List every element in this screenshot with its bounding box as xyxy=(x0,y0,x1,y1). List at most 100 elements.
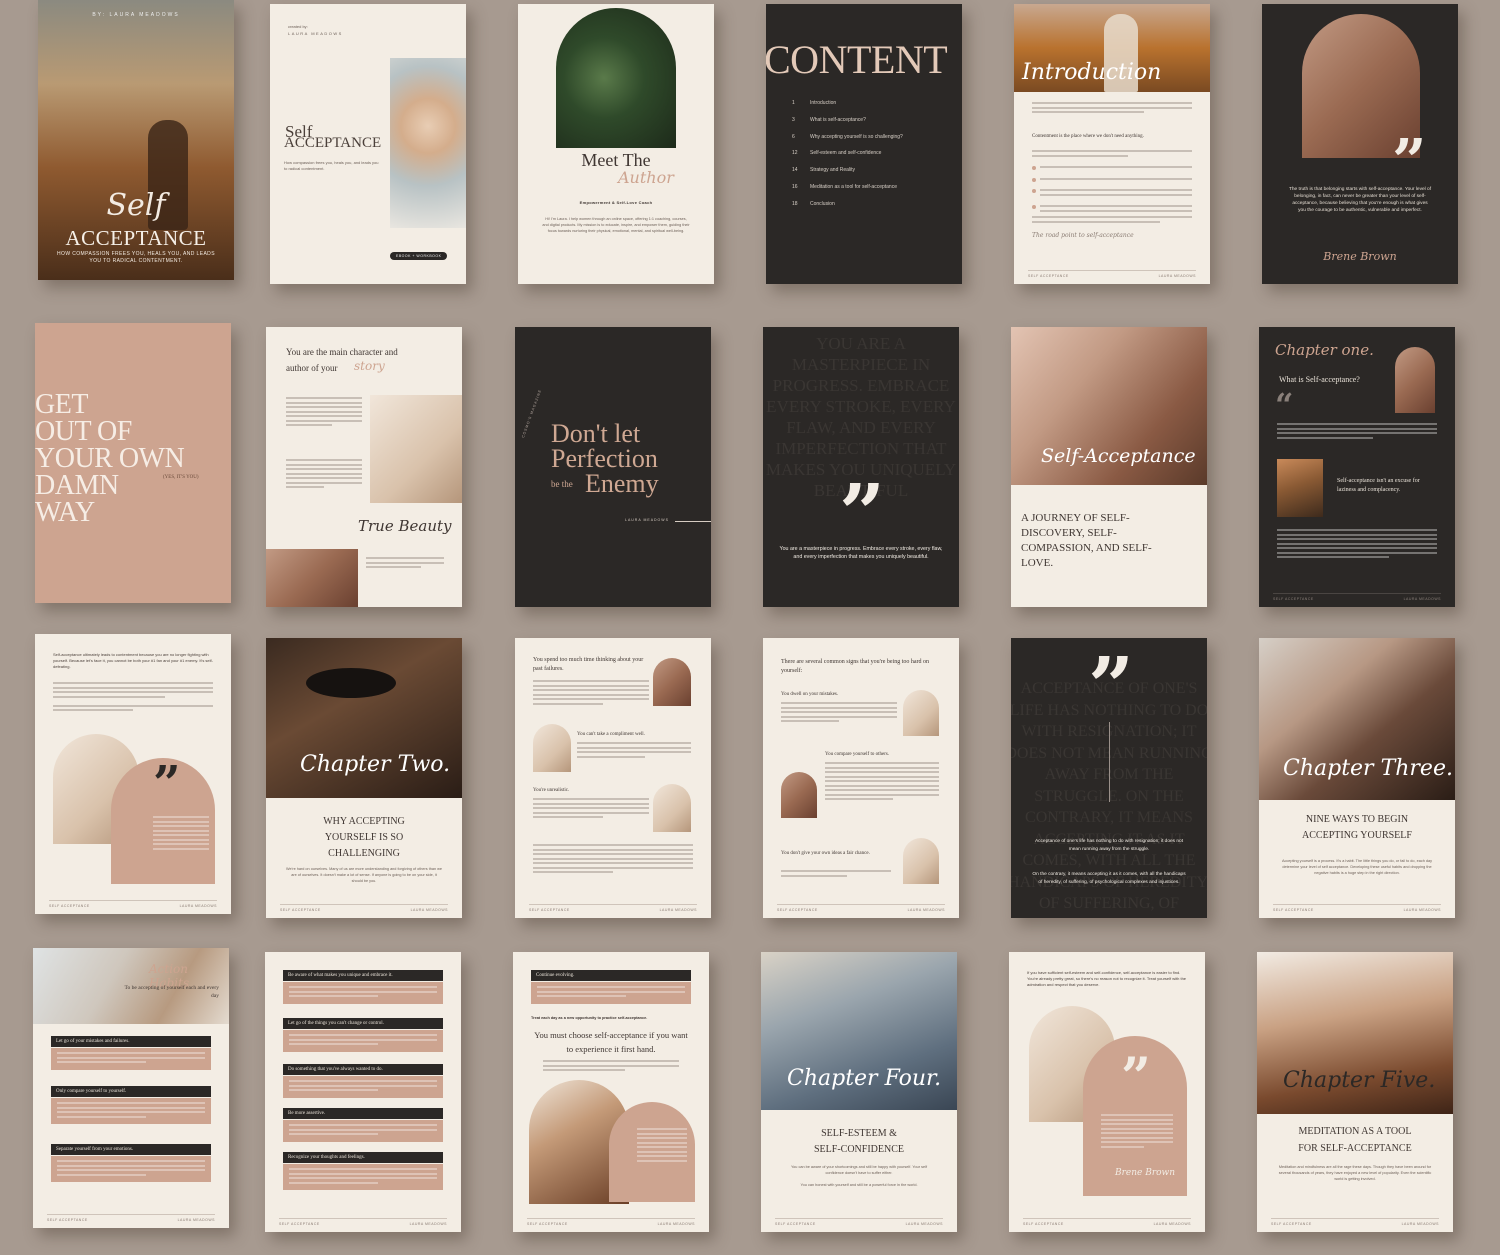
ce-box xyxy=(531,982,691,1004)
ch3-title: NINE WAYS TO BEGIN ACCEPTING YOURSELF xyxy=(1302,814,1412,841)
ah-box-1 xyxy=(51,1048,211,1070)
ch1-pull: Self-acceptance isn't an excuse for lazi… xyxy=(1337,478,1420,493)
page-footer: SELF ACCEPTANCE LAURA MEADOWS xyxy=(49,900,217,908)
intro-text-block-3 xyxy=(1032,216,1192,225)
pf-text-1 xyxy=(533,680,649,707)
hl-bar-4[interactable]: Be more assertive. xyxy=(283,1108,443,1119)
meet-script: Author xyxy=(618,168,674,187)
pf-heading: You spend too much time thinking about y… xyxy=(533,657,644,672)
ah-bar-1[interactable]: Let go of your mistakes and failures. xyxy=(51,1036,211,1047)
hl-box-3 xyxy=(283,1076,443,1098)
hl-bar-5[interactable]: Recognize your thoughts and feelings. xyxy=(283,1152,443,1163)
contents-item[interactable]: 6 Why accepting yourself is so challengin… xyxy=(792,134,952,151)
page-meet-author: Meet The Author Empowerment & Self-Love … xyxy=(518,4,714,284)
perfection-line3: Enemy xyxy=(585,469,659,498)
page-self-esteem: If you have sufficient self-esteem and s… xyxy=(1009,952,1205,1232)
se-quote-text xyxy=(1101,1114,1173,1150)
contents-item[interactable]: 3 What is self-acceptance? xyxy=(792,117,952,134)
al-body-2: On the contrary, it means accepting it a… xyxy=(1032,872,1186,885)
created-label: created by: xyxy=(288,24,308,29)
contentment-quote-mark: ” xyxy=(153,756,181,812)
ce-heading: You must choose self-acceptance if you w… xyxy=(534,1030,688,1054)
mc-text-2 xyxy=(286,459,362,491)
page-chapter-four: Chapter Four. SELF-ESTEEM & SELF-CONFIDE… xyxy=(761,952,957,1232)
cover-title-script: Self xyxy=(106,188,166,223)
contents-item[interactable]: 1 Introduction xyxy=(792,100,952,117)
perfection-line3-small: be the xyxy=(551,479,573,489)
hl-box-2 xyxy=(283,1030,443,1052)
ch3-script: Chapter Three. xyxy=(1283,756,1453,781)
ch1-title: What is Self-acceptance? xyxy=(1279,375,1360,384)
ah-bar-2[interactable]: Only compare yourself to yourself. xyxy=(51,1086,211,1097)
ah-bar-3[interactable]: Separate yourself from your emotions. xyxy=(51,1144,211,1155)
ce-quote-text xyxy=(637,1128,687,1164)
ch1-photo-small xyxy=(1277,459,1323,517)
hl-bar-1[interactable]: Be aware of what makes you unique and em… xyxy=(283,970,443,981)
hl-bar-3[interactable]: Do something that you've always wanted t… xyxy=(283,1064,443,1075)
perfection-rule xyxy=(675,521,711,522)
se-intro: If you have sufficient self-esteem and s… xyxy=(1027,970,1187,987)
hl-bar-2[interactable]: Let go of the things you can't change or… xyxy=(283,1018,443,1029)
contents-item[interactable]: 16 Meditation as a tool for self-acceptan… xyxy=(792,184,952,201)
page-main-character: You are the main character and author of… xyxy=(266,327,462,607)
title-acceptance: ACCEPTANCE xyxy=(284,135,382,151)
ah-box-3 xyxy=(51,1156,211,1182)
mc-text-1 xyxy=(286,397,362,429)
ce-bar[interactable]: Continue evolving. xyxy=(531,970,691,981)
pf-text-2 xyxy=(577,742,691,760)
intro-heading: Contentment is the place where we don't … xyxy=(1032,134,1144,139)
pf-photo-2 xyxy=(533,724,571,772)
cs-text-1 xyxy=(781,702,897,725)
ch1-text-2 xyxy=(1277,529,1437,561)
ch2-hat xyxy=(306,668,396,698)
page-continue-evolving: Continue evolving. Treat each day as a n… xyxy=(513,952,709,1232)
ch4-script: Chapter Four. xyxy=(787,1066,942,1091)
al-body-1: Acceptance of one's life has nothing to … xyxy=(1034,839,1184,852)
mc-script-story: story xyxy=(354,359,385,373)
created-author: LAURA MEADOWS xyxy=(288,31,343,36)
ch3-body: Accepting yourself is a process. It's a … xyxy=(1281,859,1433,875)
page-chapter-three: Chapter Three. NINE WAYS TO BEGIN ACCEPT… xyxy=(1259,638,1455,918)
mc-heading-a: You are the main character and xyxy=(286,347,398,357)
se-signature: Brene Brown xyxy=(1115,1168,1176,1178)
cs-photo-2 xyxy=(781,772,817,818)
ch5-body: Meditation and mindfulness are all the r… xyxy=(1278,1165,1432,1181)
page-chapter-five: Chapter Five. MEDITATION AS A TOOL FOR S… xyxy=(1257,952,1453,1232)
page-chapter-one: Chapter one. What is Self-acceptance? “ … xyxy=(1259,327,1455,607)
ch4-title-b: SELF-CONFIDENCE xyxy=(813,1144,904,1155)
contents-item[interactable]: 18 Conclusion xyxy=(792,201,952,218)
meet-role: Empowerment & Self-Love Coach xyxy=(579,200,653,205)
page-footer: SELF ACCEPTANCE LAURA MEADOWS xyxy=(529,904,697,912)
page-quote-brown: ” The truth is that belonging starts wit… xyxy=(1262,4,1458,284)
journey-body: A JOURNEY OF SELF-DISCOVERY, SELF-COMPAS… xyxy=(1021,512,1152,569)
ah-sub: To be accepting of yourself each and eve… xyxy=(124,985,219,999)
ce-note: Treat each day as a new opportunity to p… xyxy=(531,1016,648,1020)
page-contentment: Self-acceptance ultimately leads to cont… xyxy=(35,634,231,914)
contents-item[interactable]: 14 Strategy and Reality xyxy=(792,167,952,184)
page-footer: SELF ACCEPTANCE LAURA MEADOWS xyxy=(279,1218,447,1226)
quote-body: The truth is that belonging starts with … xyxy=(1288,187,1432,213)
page-common-signs: There are several common signs that you'… xyxy=(763,638,959,918)
ch1-arch-photo xyxy=(1395,347,1435,413)
page-footer: SELF ACCEPTANCE LAURA MEADOWS xyxy=(777,904,945,912)
pf-sub1: You can't take a compliment well. xyxy=(577,732,645,737)
al-rule xyxy=(1109,722,1110,802)
pf-photo-3 xyxy=(653,784,691,832)
ch5-title-b: FOR SELF-ACCEPTANCE xyxy=(1298,1143,1412,1154)
cs-text-3 xyxy=(781,870,891,879)
ebook-badge[interactable]: EBOOK + WORKBOOK xyxy=(390,252,448,260)
page-footer: SELF ACCEPTANCE LAURA MEADOWS xyxy=(1023,1218,1191,1226)
cs-text-2 xyxy=(825,762,939,803)
contents-item[interactable]: 12 Self-esteem and self-confidence xyxy=(792,150,952,167)
ch1-script: Chapter one. xyxy=(1275,341,1374,359)
page-footer: SELF ACCEPTANCE LAURA MEADOWS xyxy=(1273,593,1441,601)
perfection-author: LAURA MEADOWS xyxy=(625,518,669,522)
contents-title: CONTENT xyxy=(766,37,948,82)
ch2-title: WHY ACCEPTING YOURSELF IS SO CHALLENGING xyxy=(323,816,405,859)
page-footer: SELF ACCEPTANCE LAURA MEADOWS xyxy=(527,1218,695,1226)
mc-text-3 xyxy=(366,557,444,571)
al-quote-mark: ” xyxy=(1087,639,1134,733)
page-action-habits: Action Habits To be accepting of yoursel… xyxy=(33,948,229,1228)
meet-body: Hi! I'm Laura. I help women through an o… xyxy=(542,217,690,233)
ce-text xyxy=(543,1060,679,1074)
